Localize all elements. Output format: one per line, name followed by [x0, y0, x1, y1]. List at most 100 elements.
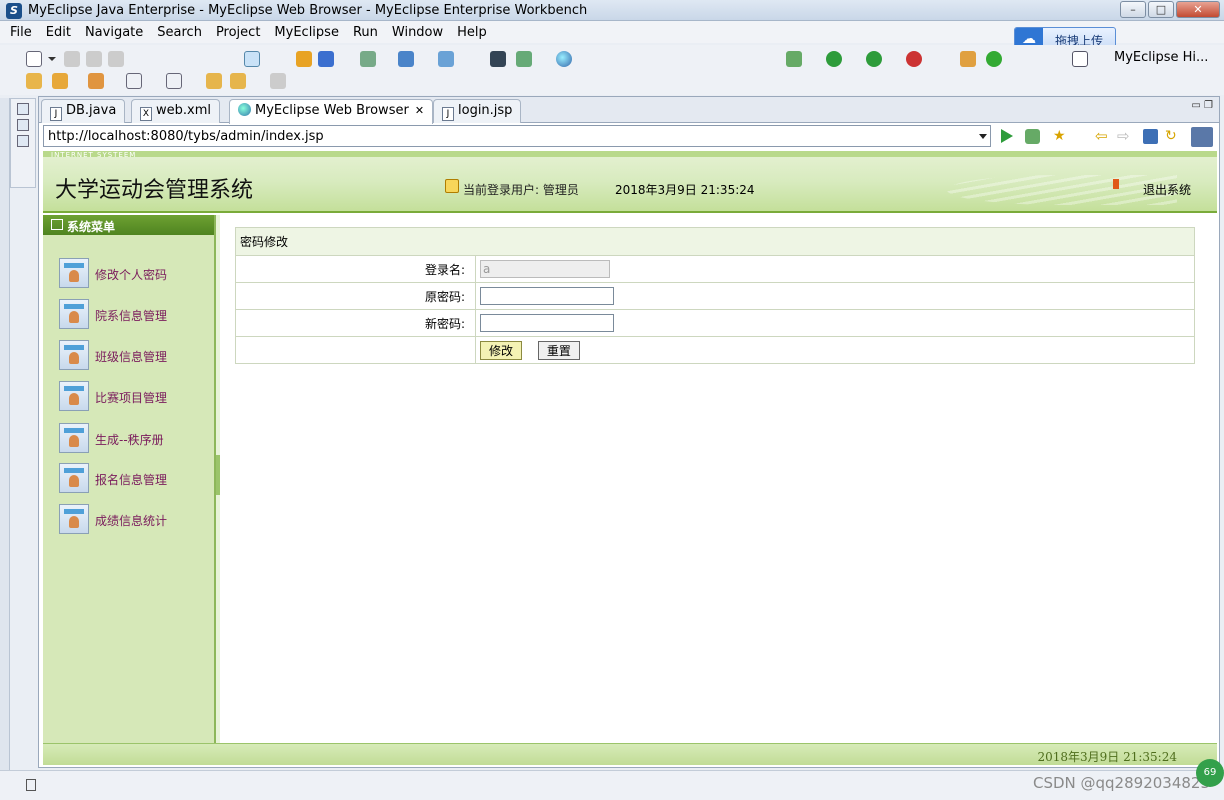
globe-icon[interactable] — [556, 51, 572, 67]
tab-web-xml[interactable]: Xweb.xml — [131, 99, 220, 123]
close-button[interactable]: ✕ — [1176, 1, 1220, 18]
sidebar-item-registrations[interactable]: 报名信息管理 — [59, 463, 209, 495]
sidebar-item-departments[interactable]: 院系信息管理 — [59, 299, 209, 331]
package-explorer-icon[interactable] — [17, 119, 29, 131]
tab-label: MyEclipse Web Browser — [255, 103, 409, 118]
stop-icon[interactable] — [1143, 129, 1158, 144]
system-menu-title: 系统菜单 — [67, 220, 116, 234]
menu-file[interactable]: File — [10, 25, 32, 40]
status-bar: CSDN @qq2892034823 69 — [0, 759, 1224, 800]
tab-label: DB.java — [66, 103, 117, 118]
refresh-icon[interactable]: ↻ — [1165, 129, 1180, 144]
server-icon[interactable] — [360, 51, 376, 67]
perspective-switcher[interactable]: MyEclipse Hi... — [1114, 50, 1208, 65]
secondary-toolbar — [0, 69, 1224, 95]
sidebar-item-label[interactable]: 报名信息管理 — [95, 471, 167, 488]
fast-view-icon[interactable] — [26, 779, 36, 791]
menu-project[interactable]: Project — [216, 25, 260, 40]
old-password-field[interactable] — [480, 287, 614, 305]
tab-web-browser[interactable]: MyEclipse Web Browser ✕ — [229, 99, 434, 124]
java-file-icon: J — [50, 107, 62, 121]
sidebar-item-label[interactable]: 班级信息管理 — [95, 348, 167, 365]
hierarchy-icon[interactable] — [17, 135, 29, 147]
bean-icon[interactable] — [318, 51, 334, 67]
sidebar-item-program[interactable]: 生成--秩序册 — [59, 423, 209, 455]
tab-db-java[interactable]: J DB.java — [41, 99, 126, 123]
header-datetime: 2018年3月9日 21:35:24 — [615, 183, 755, 197]
run-server-icon[interactable] — [438, 51, 454, 67]
sidebar-item-label[interactable]: 修改个人密码 — [95, 266, 167, 283]
url-input[interactable] — [44, 126, 964, 146]
open-resource-icon[interactable] — [516, 51, 532, 67]
left-trim — [0, 98, 10, 778]
editor-window-controls[interactable]: ▭ ❐ — [1191, 100, 1213, 111]
maximize-button[interactable]: □ — [1148, 1, 1174, 18]
gift-icon[interactable] — [960, 51, 976, 67]
url-dropdown-arrow[interactable] — [979, 134, 987, 139]
open-type-icon[interactable] — [490, 51, 506, 67]
external-tools-icon[interactable] — [866, 51, 882, 67]
prev-annotation-icon[interactable] — [166, 73, 182, 89]
save-icon[interactable] — [64, 51, 80, 67]
bookmarks-icon[interactable]: ★ — [1053, 129, 1068, 144]
menu-window[interactable]: Window — [392, 25, 443, 40]
menu-navigate[interactable]: Navigate — [85, 25, 143, 40]
close-tab-icon[interactable]: ✕ — [415, 104, 424, 117]
menu-myeclipse[interactable]: MyEclipse — [274, 25, 339, 40]
web-page: INTERNET SYSTEEM 大学运动会管理系统 当前登录用户: 管理员 2… — [43, 151, 1217, 765]
notification-badge[interactable]: 69 — [1196, 759, 1224, 787]
new-web-project-icon[interactable] — [244, 51, 260, 67]
sidebar-item-change-password[interactable]: 修改个人密码 — [59, 258, 209, 290]
tab-login-jsp[interactable]: Jlogin.jsp — [433, 99, 522, 123]
package-icon[interactable] — [296, 51, 312, 67]
sidebar-item-label[interactable]: 院系信息管理 — [95, 307, 167, 324]
save-all-icon[interactable] — [86, 51, 102, 67]
new-icon[interactable] — [26, 51, 42, 67]
refresh-icon[interactable] — [986, 51, 1002, 67]
current-user: 当前登录用户: 管理员 — [463, 183, 579, 197]
forward-arrow-icon[interactable] — [270, 73, 286, 89]
url-bar[interactable] — [43, 125, 991, 147]
user-card-icon — [59, 423, 89, 453]
logout-icon[interactable] — [1113, 179, 1125, 189]
back-icon[interactable]: ⇦ — [1095, 129, 1110, 144]
menu-run[interactable]: Run — [353, 25, 378, 40]
menu-help[interactable]: Help — [457, 25, 487, 40]
perspective-icon[interactable] — [1072, 51, 1088, 67]
logout-link[interactable]: 退出系统 — [1143, 181, 1191, 198]
restore-view-icon[interactable] — [17, 103, 29, 115]
bug-icon[interactable] — [786, 51, 802, 67]
tab-label: login.jsp — [458, 103, 513, 118]
myeclipse-icon[interactable] — [1191, 127, 1213, 147]
minimized-views-panel — [10, 98, 36, 188]
browser-nav-icons: ★ ⇦ ⇨ ↻ — [997, 127, 1217, 147]
sidebar-item-label[interactable]: 比赛项目管理 — [95, 389, 167, 406]
forward-icon[interactable]: ⇨ — [1117, 129, 1132, 144]
pencil-icon[interactable] — [52, 73, 68, 89]
deploy-icon[interactable] — [398, 51, 414, 67]
new-password-field[interactable] — [480, 314, 614, 332]
bookmark-icon[interactable] — [88, 73, 104, 89]
back-arrow-icon[interactable] — [230, 73, 246, 89]
new-dropdown-arrow[interactable] — [48, 57, 56, 61]
go-icon[interactable] — [1001, 129, 1013, 143]
open-folder-icon[interactable] — [26, 73, 42, 89]
minimize-button[interactable]: – — [1120, 1, 1146, 18]
last-edit-icon[interactable] — [206, 73, 222, 89]
sidebar-item-label[interactable]: 成绩信息统计 — [95, 512, 167, 529]
debug-icon[interactable] — [1025, 129, 1040, 144]
run-icon[interactable] — [826, 51, 842, 67]
sidebar-item-events[interactable]: 比赛项目管理 — [59, 381, 209, 413]
menu-edit[interactable]: Edit — [46, 25, 71, 40]
profile-icon[interactable] — [906, 51, 922, 67]
menu-search[interactable]: Search — [157, 25, 202, 40]
next-annotation-icon[interactable] — [126, 73, 142, 89]
sidebar-item-scores[interactable]: 成绩信息统计 — [59, 504, 209, 536]
new-password-label: 新密码: — [235, 309, 476, 337]
submit-button[interactable]: 修改 — [480, 340, 523, 360]
print-icon[interactable] — [108, 51, 124, 67]
sidebar-item-classes[interactable]: 班级信息管理 — [59, 340, 209, 372]
sidebar-item-label[interactable]: 生成--秩序册 — [95, 431, 164, 448]
reset-button[interactable]: 重置 — [537, 340, 580, 360]
change-password-form: 密码修改 登录名: 原密码: 新密码: 修改 — [235, 227, 1195, 364]
